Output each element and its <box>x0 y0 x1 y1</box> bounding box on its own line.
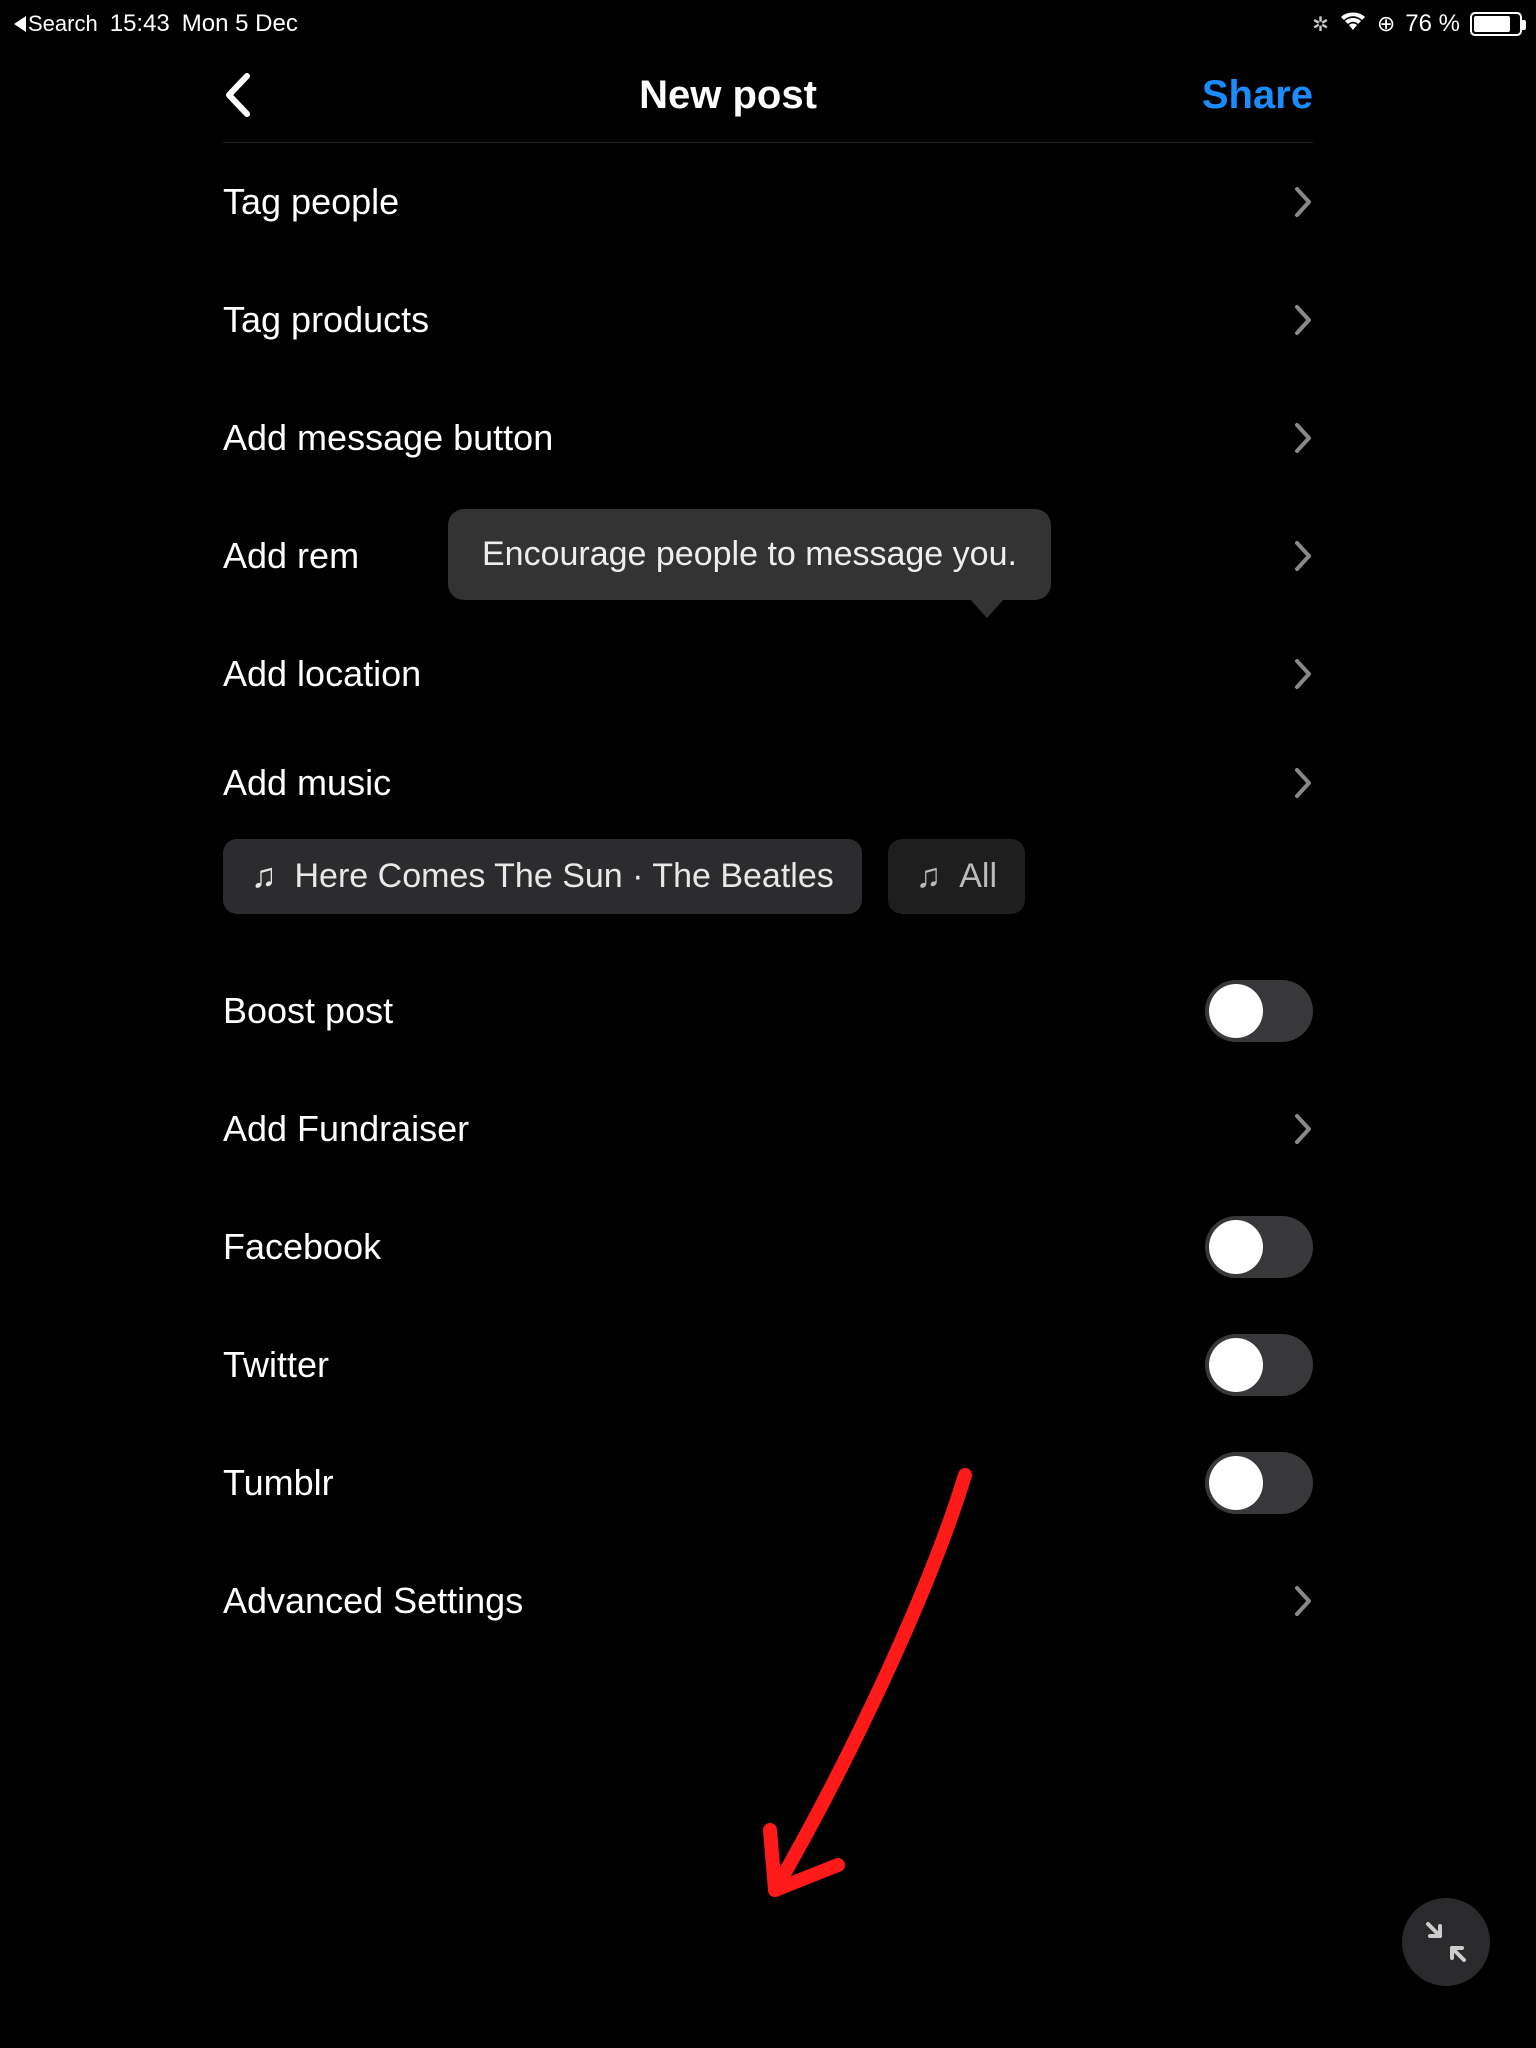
back-button[interactable] <box>223 72 283 118</box>
status-date: Mon 5 Dec <box>182 10 298 38</box>
row-label: Tag people <box>223 181 399 223</box>
music-suggestions: ♫ Here Comes The Sun · The Beatles ♫ All <box>223 839 1313 914</box>
row-label: Add Fundraiser <box>223 1108 469 1150</box>
twitter-toggle[interactable] <box>1205 1334 1313 1396</box>
collapse-icon <box>1424 1920 1468 1964</box>
row-add-fundraiser[interactable]: Add Fundraiser <box>223 1070 1313 1188</box>
status-bar: Search 15:43 Mon 5 Dec ✲ ⊕ 76 % <box>0 0 1536 42</box>
chevron-right-icon <box>1293 421 1313 455</box>
share-button[interactable]: Share <box>1173 73 1313 118</box>
chevron-right-icon <box>1293 1112 1313 1146</box>
music-chip-label: All <box>959 857 997 896</box>
back-app-label: Search <box>28 11 98 37</box>
chevron-right-icon <box>1293 539 1313 573</box>
back-to-search[interactable]: Search <box>14 11 98 37</box>
message-tooltip: Encourage people to message you. <box>448 509 1051 600</box>
music-chip[interactable]: ♫ All <box>888 839 1025 914</box>
row-twitter: Twitter <box>223 1306 1313 1424</box>
row-add-music[interactable]: Add music <box>223 733 1313 833</box>
back-triangle-icon <box>14 16 26 32</box>
battery-percent: 76 % <box>1405 10 1460 38</box>
row-facebook: Facebook <box>223 1188 1313 1306</box>
row-tag-products[interactable]: Tag products <box>223 261 1313 379</box>
page-title: New post <box>283 73 1173 118</box>
loading-icon: ✲ <box>1312 12 1329 37</box>
row-tag-people[interactable]: Tag people <box>223 143 1313 261</box>
chevron-right-icon <box>1293 303 1313 337</box>
chevron-right-icon <box>1293 766 1313 800</box>
row-label: Add location <box>223 653 421 695</box>
row-label: Tumblr <box>223 1462 334 1504</box>
row-label: Add music <box>223 762 391 804</box>
row-tumblr: Tumblr <box>223 1424 1313 1542</box>
music-chip-label: Here Comes The Sun · The Beatles <box>295 857 834 896</box>
row-label: Add rem <box>223 535 359 577</box>
facebook-toggle[interactable] <box>1205 1216 1313 1278</box>
chevron-right-icon <box>1293 1584 1313 1618</box>
chevron-left-icon <box>223 72 251 118</box>
row-label: Add message button <box>223 417 553 459</box>
row-label: Boost post <box>223 990 393 1032</box>
row-label: Tag products <box>223 299 429 341</box>
music-chip[interactable]: ♫ Here Comes The Sun · The Beatles <box>223 839 862 914</box>
tumblr-toggle[interactable] <box>1205 1452 1313 1514</box>
status-time: 15:43 <box>110 10 170 38</box>
battery-icon <box>1470 12 1522 36</box>
wifi-icon <box>1339 10 1367 39</box>
nav-header: New post Share <box>223 62 1313 143</box>
music-note-icon: ♫ <box>916 857 942 896</box>
row-advanced-settings[interactable]: Advanced Settings <box>223 1542 1313 1660</box>
row-add-message-button[interactable]: Add message button <box>223 379 1313 497</box>
music-note-icon: ♫ <box>251 857 277 896</box>
row-add-location[interactable]: Add location <box>223 615 1313 733</box>
chevron-right-icon <box>1293 657 1313 691</box>
tooltip-text: Encourage people to message you. <box>482 535 1017 573</box>
row-label: Twitter <box>223 1344 329 1386</box>
chevron-right-icon <box>1293 185 1313 219</box>
row-label: Facebook <box>223 1226 381 1268</box>
row-label: Advanced Settings <box>223 1580 523 1622</box>
rotation-lock-icon: ⊕ <box>1377 11 1395 37</box>
boost-post-toggle[interactable] <box>1205 980 1313 1042</box>
collapse-fab[interactable] <box>1402 1898 1490 1986</box>
row-boost-post: Boost post <box>223 952 1313 1070</box>
